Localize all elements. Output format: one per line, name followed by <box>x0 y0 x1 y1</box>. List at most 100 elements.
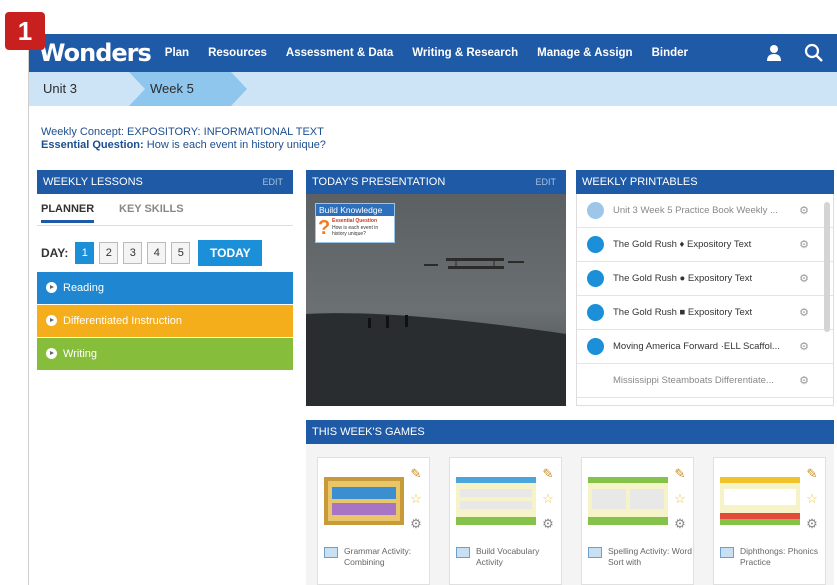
breadcrumb: Unit 3 Week 5 <box>29 72 837 106</box>
weekly-lessons-edit[interactable]: EDIT <box>262 170 283 194</box>
weekly-lessons-title: WEEKLY LESSONS <box>43 176 143 188</box>
gear-icon[interactable]: ⚙ <box>799 330 809 364</box>
nav-manage-assign[interactable]: Manage & Assign <box>537 47 632 59</box>
printer-icon <box>587 304 604 321</box>
build-knowledge-card: Build Knowledge ? Essential Question How… <box>315 203 395 243</box>
lesson-writing[interactable]: Writing <box>37 338 293 370</box>
printer-icon <box>587 202 604 219</box>
printable-label: The Gold Rush ■ Expository Text <box>613 307 753 318</box>
game-thumbnail <box>720 477 800 525</box>
game-caption: Spelling Activity: Word Sort with <box>608 546 692 567</box>
tab-key-skills[interactable]: KEY SKILLS <box>119 203 184 215</box>
play-icon <box>46 315 57 326</box>
printable-label: The Gold Rush ♦ Expository Text <box>613 239 752 250</box>
game-card[interactable]: ✎ ☆ ⚙ Diphthongs: Phonics Practice <box>713 457 826 585</box>
printable-item[interactable]: Mississippi Steamboats Differentiate... … <box>577 364 833 398</box>
lesson-tabs: PLANNER KEY SKILLS <box>37 194 293 226</box>
gear-icon[interactable]: ⚙ <box>410 516 422 532</box>
printer-icon <box>587 270 604 287</box>
star-icon[interactable]: ☆ <box>674 491 686 507</box>
printable-item[interactable]: The Gold Rush ♦ Expository Text ⚙ <box>577 228 833 262</box>
app-frame: Wonders Plan Resources Assessment & Data… <box>28 34 837 585</box>
nav-plan[interactable]: Plan <box>165 47 189 59</box>
star-icon[interactable]: ☆ <box>410 491 422 507</box>
day-3-button[interactable]: 3 <box>123 242 143 264</box>
game-thumbnail <box>588 477 668 525</box>
day-1-button[interactable]: 1 <box>75 242 95 264</box>
question-mark-icon: ? <box>318 217 331 239</box>
pencil-icon[interactable]: ✎ <box>543 466 554 482</box>
image-icon <box>324 547 338 558</box>
printable-label: Unit 3 Week 5 Practice Book Weekly ... <box>613 205 778 216</box>
user-icon[interactable] <box>764 43 784 63</box>
question-label: Essential Question: <box>41 139 144 151</box>
card-question: How is each event in history unique? <box>332 225 379 237</box>
lesson-differentiated-label: Differentiated Instruction <box>63 315 183 327</box>
games-area: ✎ ☆ ⚙ Grammar Activity: Combining ✎ ☆ ⚙ … <box>306 444 834 585</box>
lesson-reading-label: Reading <box>63 282 104 294</box>
weekly-concept: Weekly Concept: EXPOSITORY: INFORMATIONA… <box>41 126 326 152</box>
game-card[interactable]: ✎ ☆ ⚙ Build Vocabulary Activity <box>449 457 562 585</box>
printable-item[interactable]: The Gold Rush ● Expository Text ⚙ <box>577 262 833 296</box>
pencil-icon[interactable]: ✎ <box>807 466 818 482</box>
top-nav: Wonders Plan Resources Assessment & Data… <box>29 34 837 72</box>
star-icon[interactable]: ☆ <box>542 491 554 507</box>
play-icon <box>46 282 57 293</box>
printable-label: Moving America Forward ·ELL Scaffol... <box>613 341 780 352</box>
nav-writing-research[interactable]: Writing & Research <box>412 47 518 59</box>
lesson-differentiated-instruction[interactable]: Differentiated Instruction <box>37 305 293 337</box>
printer-icon <box>587 236 604 253</box>
printable-item[interactable]: Unit 3 Week 5 Practice Book Weekly ... ⚙ <box>577 194 833 228</box>
pencil-icon[interactable]: ✎ <box>675 466 686 482</box>
wonders-logo[interactable]: Wonders <box>39 39 152 67</box>
star-icon[interactable]: ☆ <box>806 491 818 507</box>
day-4-button[interactable]: 4 <box>147 242 167 264</box>
play-icon <box>46 348 57 359</box>
day-selector: DAY: 1 2 3 4 5 TODAY <box>41 240 263 266</box>
presentation-header: TODAY'S PRESENTATION EDIT <box>306 170 566 194</box>
gear-icon[interactable]: ⚙ <box>806 516 818 532</box>
step-badge: 1 <box>5 12 45 50</box>
gear-icon[interactable]: ⚙ <box>799 228 809 262</box>
pencil-icon[interactable]: ✎ <box>411 466 422 482</box>
presentation-slide[interactable]: Build Knowledge ? Essential Question How… <box>306 194 566 406</box>
day-label: DAY: <box>41 246 69 260</box>
breadcrumb-unit[interactable]: Unit 3 <box>43 81 77 96</box>
day-5-button[interactable]: 5 <box>171 242 191 264</box>
printable-item[interactable]: Moving America Forward ·ELL Scaffol... ⚙ <box>577 330 833 364</box>
breadcrumb-week[interactable]: Week 5 <box>150 81 194 96</box>
printables-list: Unit 3 Week 5 Practice Book Weekly ... ⚙… <box>576 194 834 406</box>
question-value: How is each event in history unique? <box>146 139 326 151</box>
printable-label: Mississippi Steamboats Differentiate... <box>613 375 774 386</box>
day-2-button[interactable]: 2 <box>99 242 119 264</box>
gear-icon[interactable]: ⚙ <box>674 516 686 532</box>
gear-icon[interactable]: ⚙ <box>799 194 809 228</box>
concept-label: Weekly Concept: <box>41 126 124 138</box>
game-card[interactable]: ✎ ☆ ⚙ Grammar Activity: Combining <box>317 457 430 585</box>
image-icon <box>588 547 602 558</box>
printable-label: The Gold Rush ● Expository Text <box>613 273 753 284</box>
presentation-edit[interactable]: EDIT <box>535 170 556 194</box>
nav-resources[interactable]: Resources <box>208 47 267 59</box>
nav-binder[interactable]: Binder <box>652 47 688 59</box>
printer-icon <box>587 338 604 355</box>
printable-item[interactable]: The Gold Rush ■ Expository Text ⚙ <box>577 296 833 330</box>
tab-planner[interactable]: PLANNER <box>41 203 95 223</box>
gear-icon[interactable]: ⚙ <box>799 296 809 330</box>
search-icon[interactable] <box>804 43 824 63</box>
printables-title: WEEKLY PRINTABLES <box>582 176 698 188</box>
game-caption: Diphthongs: Phonics Practice <box>740 546 818 567</box>
gear-icon[interactable]: ⚙ <box>799 262 809 296</box>
printables-scrollbar[interactable] <box>824 202 830 332</box>
lesson-writing-label: Writing <box>63 348 98 360</box>
game-card[interactable]: ✎ ☆ ⚙ Spelling Activity: Word Sort with <box>581 457 694 585</box>
card-eq: Essential Question <box>332 218 378 224</box>
lesson-reading[interactable]: Reading <box>37 272 293 304</box>
nav-assessment-data[interactable]: Assessment & Data <box>286 47 393 59</box>
today-button[interactable]: TODAY <box>198 240 263 266</box>
games-title: THIS WEEK'S GAMES <box>312 426 425 438</box>
gear-icon[interactable]: ⚙ <box>799 364 809 398</box>
concept-value: EXPOSITORY: INFORMATIONAL TEXT <box>127 126 324 138</box>
card-title: Build Knowledge <box>316 204 394 216</box>
gear-icon[interactable]: ⚙ <box>542 516 554 532</box>
